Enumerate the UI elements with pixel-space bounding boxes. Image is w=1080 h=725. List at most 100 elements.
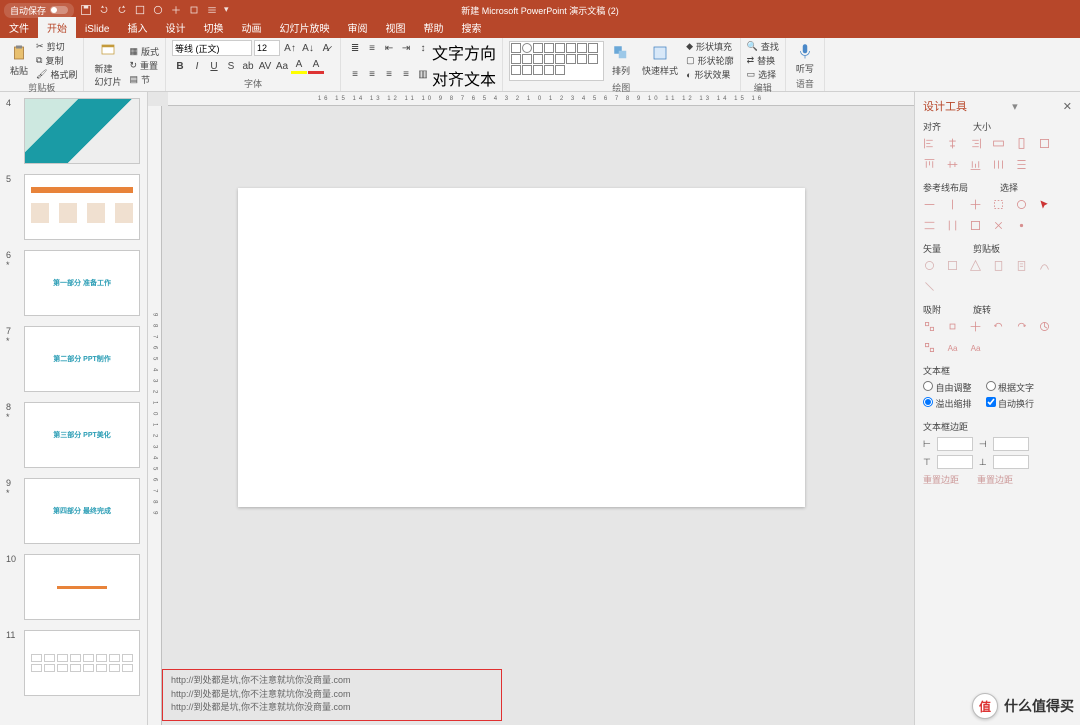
arrange-button[interactable]: 排列 [608, 42, 634, 79]
snap-icon[interactable]: Aa [946, 341, 959, 354]
vector-icon[interactable] [1038, 259, 1051, 272]
vector-icon[interactable] [946, 259, 959, 272]
rotate-icon[interactable] [1015, 320, 1028, 333]
indent-inc-button[interactable]: ⇥ [398, 40, 414, 56]
vector-icon[interactable] [923, 280, 936, 293]
clear-format-icon[interactable]: A̷ [318, 40, 334, 56]
qat-icon[interactable] [170, 4, 182, 16]
radio-free[interactable]: 自由调整 [923, 381, 972, 394]
tab-slideshow[interactable]: 幻灯片放映 [270, 17, 338, 38]
qat-more-icon[interactable]: ▾ [224, 4, 236, 16]
numbers-button[interactable]: ≡ [364, 40, 380, 56]
align-center-icon[interactable] [946, 137, 959, 150]
align-text-button[interactable]: 对齐文本 [432, 66, 496, 90]
quick-style-button[interactable]: 快速样式 [638, 42, 682, 79]
margin-top-input[interactable] [937, 455, 973, 469]
thumbnail-10[interactable] [24, 554, 140, 620]
paste-button[interactable]: 粘贴 [6, 42, 32, 79]
slide-canvas[interactable] [238, 188, 805, 507]
tab-help[interactable]: 帮助 [414, 17, 452, 38]
autosave-toggle[interactable]: 自动保存 [4, 3, 74, 18]
replace-button[interactable]: ⇄ 替换 [747, 54, 779, 67]
qat-icon[interactable] [134, 4, 146, 16]
align-center-button[interactable]: ≡ [364, 66, 380, 82]
snap-icon[interactable] [969, 320, 982, 333]
tab-review[interactable]: 审阅 [338, 17, 376, 38]
same-size-icon[interactable] [1038, 137, 1051, 150]
copy-button[interactable]: ⧉ 复制 [36, 54, 77, 67]
shape-fill-button[interactable]: ◆ 形状填充 [686, 40, 734, 53]
slide-thumbnails[interactable]: 4 5 6 *第一部分 准备工作 7 *第二部分 PPT制作 8 *第三部分 P… [0, 92, 148, 725]
indent-dec-button[interactable]: ⇤ [381, 40, 397, 56]
margin-bottom-input[interactable] [993, 455, 1029, 469]
qat-icon[interactable] [152, 4, 164, 16]
tab-home[interactable]: 开始 [38, 17, 76, 38]
pointer-icon[interactable] [1038, 198, 1051, 211]
qat-icon[interactable] [188, 4, 200, 16]
reset-all-link[interactable]: 重置边距 [977, 473, 1013, 486]
align-middle-icon[interactable] [946, 158, 959, 171]
tab-animation[interactable]: 动画 [232, 17, 270, 38]
thumbnail-7[interactable]: 第二部分 PPT制作 [24, 326, 140, 392]
bold-button[interactable]: B [172, 58, 188, 74]
guide-icon[interactable] [969, 198, 982, 211]
tab-design[interactable]: 设计 [156, 17, 194, 38]
reset-inner-link[interactable]: 重置边距 [923, 473, 959, 486]
align-right-icon[interactable] [969, 137, 982, 150]
tab-search[interactable]: 搜索 [452, 17, 490, 38]
find-button[interactable]: 🔍 查找 [747, 40, 779, 53]
clipboard-icon[interactable] [1015, 259, 1028, 272]
guide-icon[interactable] [946, 219, 959, 232]
radio-fit[interactable]: 根据文字 [986, 381, 1035, 394]
snap-icon[interactable] [923, 341, 936, 354]
select-icon[interactable] [1015, 219, 1028, 232]
rotate-icon[interactable] [1038, 320, 1051, 333]
cut-button[interactable]: ✂ 剪切 [36, 40, 77, 53]
tab-transition[interactable]: 切换 [194, 17, 232, 38]
spacing-button[interactable]: AV [257, 58, 273, 74]
save-icon[interactable] [80, 4, 92, 16]
line-spacing-button[interactable]: ↕ [415, 40, 431, 56]
margin-left-input[interactable] [937, 437, 973, 451]
guide-icon[interactable] [923, 219, 936, 232]
select-icon[interactable] [992, 198, 1005, 211]
select-icon[interactable] [1015, 198, 1028, 211]
thumbnail-6[interactable]: 第一部分 准备工作 [24, 250, 140, 316]
section-button[interactable]: ▤ 节 [129, 73, 159, 86]
select-icon[interactable] [992, 219, 1005, 232]
highlight-button[interactable]: A [291, 58, 307, 74]
thumbnail-11[interactable] [24, 630, 140, 696]
vector-icon[interactable] [969, 259, 982, 272]
tab-islide[interactable]: iSlide [76, 21, 118, 38]
layout-button[interactable]: ▦ 版式 [129, 45, 159, 58]
underline-button[interactable]: U [206, 58, 222, 74]
qat-icon[interactable] [206, 4, 218, 16]
font-name-select[interactable] [172, 40, 252, 56]
guide-icon[interactable] [969, 219, 982, 232]
same-height-icon[interactable] [1015, 137, 1028, 150]
thumbnail-8[interactable]: 第三部分 PPT美化 [24, 402, 140, 468]
snap-icon[interactable] [923, 320, 936, 333]
tab-file[interactable]: 文件 [0, 17, 38, 38]
italic-button[interactable]: I [189, 58, 205, 74]
pane-dropdown-icon[interactable]: ▾ [1012, 100, 1018, 113]
pane-close-icon[interactable]: ✕ [1063, 100, 1072, 113]
tab-view[interactable]: 视图 [376, 17, 414, 38]
new-slide-button[interactable]: 新建 幻灯片 [90, 40, 125, 90]
thumbnail-4[interactable] [24, 98, 140, 164]
shapes-gallery[interactable] [509, 41, 604, 81]
tab-insert[interactable]: 插入 [118, 17, 156, 38]
vector-icon[interactable] [923, 259, 936, 272]
thumbnail-9[interactable]: 第四部分 最终完成 [24, 478, 140, 544]
radio-overflow[interactable]: 溢出缩排 [923, 397, 972, 410]
notes-highlight-box[interactable]: http://到处都是坑,你不注意就坑你没商量.com http://到处都是坑… [162, 669, 502, 721]
rotate-icon[interactable] [992, 320, 1005, 333]
select-button[interactable]: ▭ 选择 [747, 68, 779, 81]
bullets-button[interactable]: ≣ [347, 40, 363, 56]
dist-v-icon[interactable] [1015, 158, 1028, 171]
align-bottom-icon[interactable] [969, 158, 982, 171]
columns-button[interactable]: ▥ [415, 66, 431, 82]
case-button[interactable]: Aa [274, 58, 290, 74]
clipboard-icon[interactable] [992, 259, 1005, 272]
guide-icon[interactable] [946, 198, 959, 211]
